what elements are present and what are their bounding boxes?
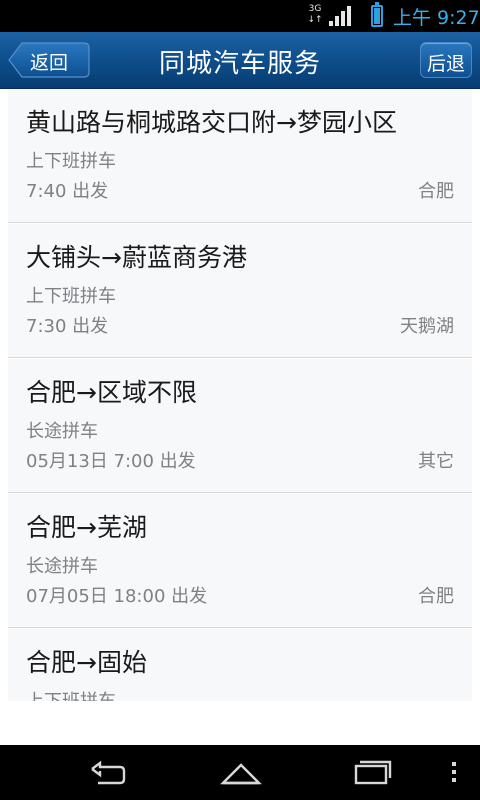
carpool-type: 长途拼车 xyxy=(26,556,98,577)
list-item[interactable]: 大铺头→蔚蓝商务港 上下班拼车 7:30 出发 天鹅湖 xyxy=(8,224,472,358)
location: 合肥 xyxy=(418,181,454,202)
carpool-type: 上下班拼车 xyxy=(26,687,116,701)
route-title: 合肥→固始 xyxy=(26,648,147,677)
battery-icon xyxy=(371,2,383,27)
route-title: 合肥→芜湖 xyxy=(26,513,147,542)
page-title: 同城汽车服务 xyxy=(158,49,321,79)
location: 天鹅湖 xyxy=(400,316,454,337)
route-title: 大铺头→蔚蓝商务港 xyxy=(26,243,247,272)
list-item[interactable]: 合肥→区域不限 长途拼车 05月13日 7:00 出发 其它 xyxy=(8,359,472,493)
location: 合肥 xyxy=(418,586,454,607)
back-icon[interactable] xyxy=(88,757,128,787)
route-title: 合肥→区域不限 xyxy=(26,378,197,407)
after-button[interactable]: 后退 xyxy=(420,42,472,78)
list-item[interactable]: 合肥→芜湖 长途拼车 07月05日 18:00 出发 合肥 xyxy=(8,494,472,628)
network-label: 3G xyxy=(308,4,322,14)
network-3g-icon: 3G ↓↑ xyxy=(307,4,323,25)
departure-time: 7:30 出发 xyxy=(26,316,109,337)
system-nav-bar xyxy=(0,745,480,800)
route-title: 黄山路与桐城路交口附→梦园小区 xyxy=(26,108,397,137)
signal-icon xyxy=(329,6,351,26)
departure-time: 05月13日 7:00 出发 xyxy=(26,451,196,472)
menu-icon[interactable] xyxy=(448,757,460,787)
carpool-type: 上下班拼车 xyxy=(26,151,116,172)
status-time: 上午 9:27 xyxy=(393,7,480,29)
departure-time: 7:40 出发 xyxy=(26,181,109,202)
departure-time: 07月05日 18:00 出发 xyxy=(26,586,208,607)
status-bar: 3G ↓↑ 上午 9:27 xyxy=(0,0,480,32)
carpool-type: 上下班拼车 xyxy=(26,286,116,307)
title-bar: 返回 同城汽车服务 后退 xyxy=(0,32,480,89)
carpool-type: 长途拼车 xyxy=(26,421,98,442)
location: 其它 xyxy=(418,451,454,472)
listing-list[interactable]: 黄山路与桐城路交口附→梦园小区 上下班拼车 7:40 出发 合肥 大铺头→蔚蓝商… xyxy=(0,89,480,701)
after-button-label: 后退 xyxy=(426,53,465,75)
home-icon[interactable] xyxy=(220,757,262,787)
recent-apps-icon[interactable] xyxy=(352,757,394,787)
list-item[interactable]: 黄山路与桐城路交口附→梦园小区 上下班拼车 7:40 出发 合肥 xyxy=(8,89,472,223)
list-item[interactable]: 合肥→固始 上下班拼车 xyxy=(8,629,472,701)
